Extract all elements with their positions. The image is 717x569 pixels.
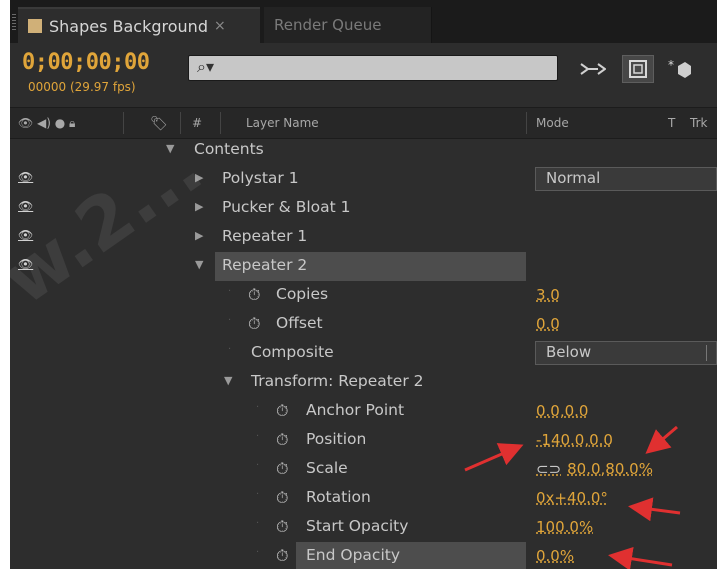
label-tag-icon[interactable]: 🏷︎ — [150, 116, 168, 132]
stopwatch-icon[interactable]: ⏱ — [276, 546, 288, 566]
property-row[interactable]: · ⏱ End Opacity 0.0% — [10, 542, 717, 569]
column-mode[interactable]: Mode — [536, 116, 569, 130]
row-label: Contents — [194, 140, 264, 158]
twirl-down-icon[interactable]: ▼ — [195, 258, 203, 271]
composite-value: Below — [546, 343, 592, 361]
stopwatch-icon[interactable]: ⏱ — [248, 314, 260, 334]
constrain-proportions-icon[interactable]: ⊂⊃ — [536, 460, 561, 478]
scale-value[interactable]: 80.0,80.0% — [567, 460, 653, 478]
property-label: Offset — [276, 314, 323, 332]
property-label: Composite — [251, 343, 334, 361]
tab-shapes-background[interactable]: Shapes Background × — [18, 7, 260, 43]
blend-mode-value: Normal — [546, 169, 601, 187]
property-row[interactable]: · ⏱ Anchor Point 0.0,0.0 — [10, 397, 717, 426]
twirl-right-icon[interactable]: ▶ — [195, 200, 203, 213]
property-row[interactable]: · ⏱ Position -140.0,0.0 — [10, 426, 717, 455]
twirl-right-icon[interactable]: ▶ — [195, 229, 203, 242]
search-input[interactable] — [225, 58, 545, 78]
column-t[interactable]: T — [668, 116, 675, 130]
close-icon[interactable]: × — [214, 18, 226, 34]
eye-icon[interactable]: 👁 — [18, 257, 33, 271]
tab-label: Shapes Background — [49, 16, 208, 36]
tab-label: Render Queue — [274, 16, 382, 34]
column-headers: 👁︎ ◀︎) ● 🔒︎ 🏷︎ # Layer Name Mode T Trk — [10, 107, 717, 139]
column-number[interactable]: # — [192, 116, 202, 130]
frame-count: 00000 (29.97 fps) — [28, 80, 136, 94]
property-row[interactable]: · ⏱ Rotation 0x+40.0° — [10, 484, 717, 513]
property-row[interactable]: · ⏱ Copies 3.0 — [10, 281, 717, 310]
stopwatch-icon[interactable]: ⏱ — [276, 517, 288, 537]
property-value[interactable]: 0.0% — [536, 547, 574, 565]
twirl-down-icon[interactable]: ▼ — [224, 374, 232, 387]
list-item[interactable]: 👁 ▶ Polystar 1 Normal — [10, 165, 717, 194]
tab-bar: Shapes Background × Render Queue — [10, 0, 717, 43]
property-row[interactable]: · ⏱ Offset 0.0 — [10, 310, 717, 339]
property-value[interactable]: 100.0% — [536, 518, 593, 536]
stopwatch-icon[interactable]: ⏱ — [276, 488, 288, 508]
stopwatch-icon[interactable]: ⏱ — [276, 430, 288, 450]
property-row[interactable]: · ⏱ Scale ⊂⊃ 80.0,80.0% — [10, 455, 717, 484]
property-value[interactable]: ⊂⊃ 80.0,80.0% — [536, 460, 653, 478]
property-value[interactable]: 0.0 — [536, 315, 560, 333]
list-item[interactable]: 👁 ▼ Repeater 2 — [10, 252, 717, 281]
column-layer-name[interactable]: Layer Name — [246, 116, 319, 130]
property-group-label: Transform: Repeater 2 — [251, 372, 424, 390]
svg-text:*: * — [668, 58, 674, 72]
property-label: Copies — [276, 285, 329, 303]
property-value[interactable]: 3.0 — [536, 286, 560, 304]
search-field[interactable]: ⌕▾ — [188, 55, 558, 81]
property-label: Rotation — [306, 488, 371, 506]
stopwatch-icon[interactable]: ⏱ — [276, 459, 288, 479]
tab-render-queue[interactable]: Render Queue — [264, 7, 432, 43]
property-value[interactable]: 0x+40.0° — [536, 489, 608, 507]
row-label: Repeater 2 — [222, 256, 308, 274]
property-row[interactable]: · Composite Below — [10, 339, 717, 368]
timeline-header: 0;00;00;00 00000 (29.97 fps) ⌕▾ * — [10, 43, 717, 107]
property-value[interactable]: -140.0,0.0 — [536, 431, 613, 449]
draft-3d-icon[interactable]: * — [660, 55, 700, 83]
property-label: End Opacity — [306, 546, 400, 564]
property-value[interactable]: 0.0,0.0 — [536, 402, 588, 420]
comp-color-swatch — [28, 19, 42, 33]
list-item[interactable]: ▼ Contents — [10, 136, 717, 165]
eye-icon[interactable]: 👁 — [18, 199, 33, 213]
composite-select[interactable]: Below — [535, 341, 717, 365]
property-label: Position — [306, 430, 367, 448]
property-row[interactable]: · ⏱ Start Opacity 100.0% — [10, 513, 717, 542]
row-label: Repeater 1 — [222, 227, 308, 245]
row-label: Polystar 1 — [222, 169, 299, 187]
eye-icon[interactable]: 👁 — [18, 170, 33, 184]
panel-grip[interactable] — [12, 14, 16, 30]
property-label: Anchor Point — [306, 401, 405, 419]
row-label: Pucker & Bloat 1 — [222, 198, 351, 216]
property-group-row[interactable]: ▼ Transform: Repeater 2 — [10, 368, 717, 397]
timeline-panel: Shapes Background × Render Queue 0;00;00… — [10, 0, 717, 569]
search-icon[interactable]: ⌕▾ — [197, 57, 214, 77]
property-label: Scale — [306, 459, 348, 477]
list-item[interactable]: 👁 ▶ Repeater 1 — [10, 223, 717, 252]
stopwatch-icon[interactable]: ⏱ — [248, 285, 260, 305]
twirl-down-icon[interactable]: ▼ — [166, 142, 174, 155]
property-label: Start Opacity — [306, 517, 409, 535]
comp-mini-icon[interactable] — [622, 55, 654, 83]
stopwatch-icon[interactable]: ⏱ — [276, 401, 288, 421]
layer-rows: ▼ Contents 👁 ▶ Polystar 1 Normal 👁 ▶ Puc… — [10, 139, 717, 569]
twirl-right-icon[interactable]: ▶ — [195, 171, 203, 184]
current-time-display[interactable]: 0;00;00;00 — [22, 50, 150, 75]
av-switches-header[interactable]: 👁︎ ◀︎) ● 🔒︎ — [18, 116, 75, 131]
column-trkmat[interactable]: Trk — [690, 116, 707, 130]
blend-mode-select[interactable]: Normal — [535, 167, 717, 191]
eye-icon[interactable]: 👁 — [18, 228, 33, 242]
flowchart-icon[interactable] — [576, 55, 610, 83]
list-item[interactable]: 👁 ▶ Pucker & Bloat 1 — [10, 194, 717, 223]
